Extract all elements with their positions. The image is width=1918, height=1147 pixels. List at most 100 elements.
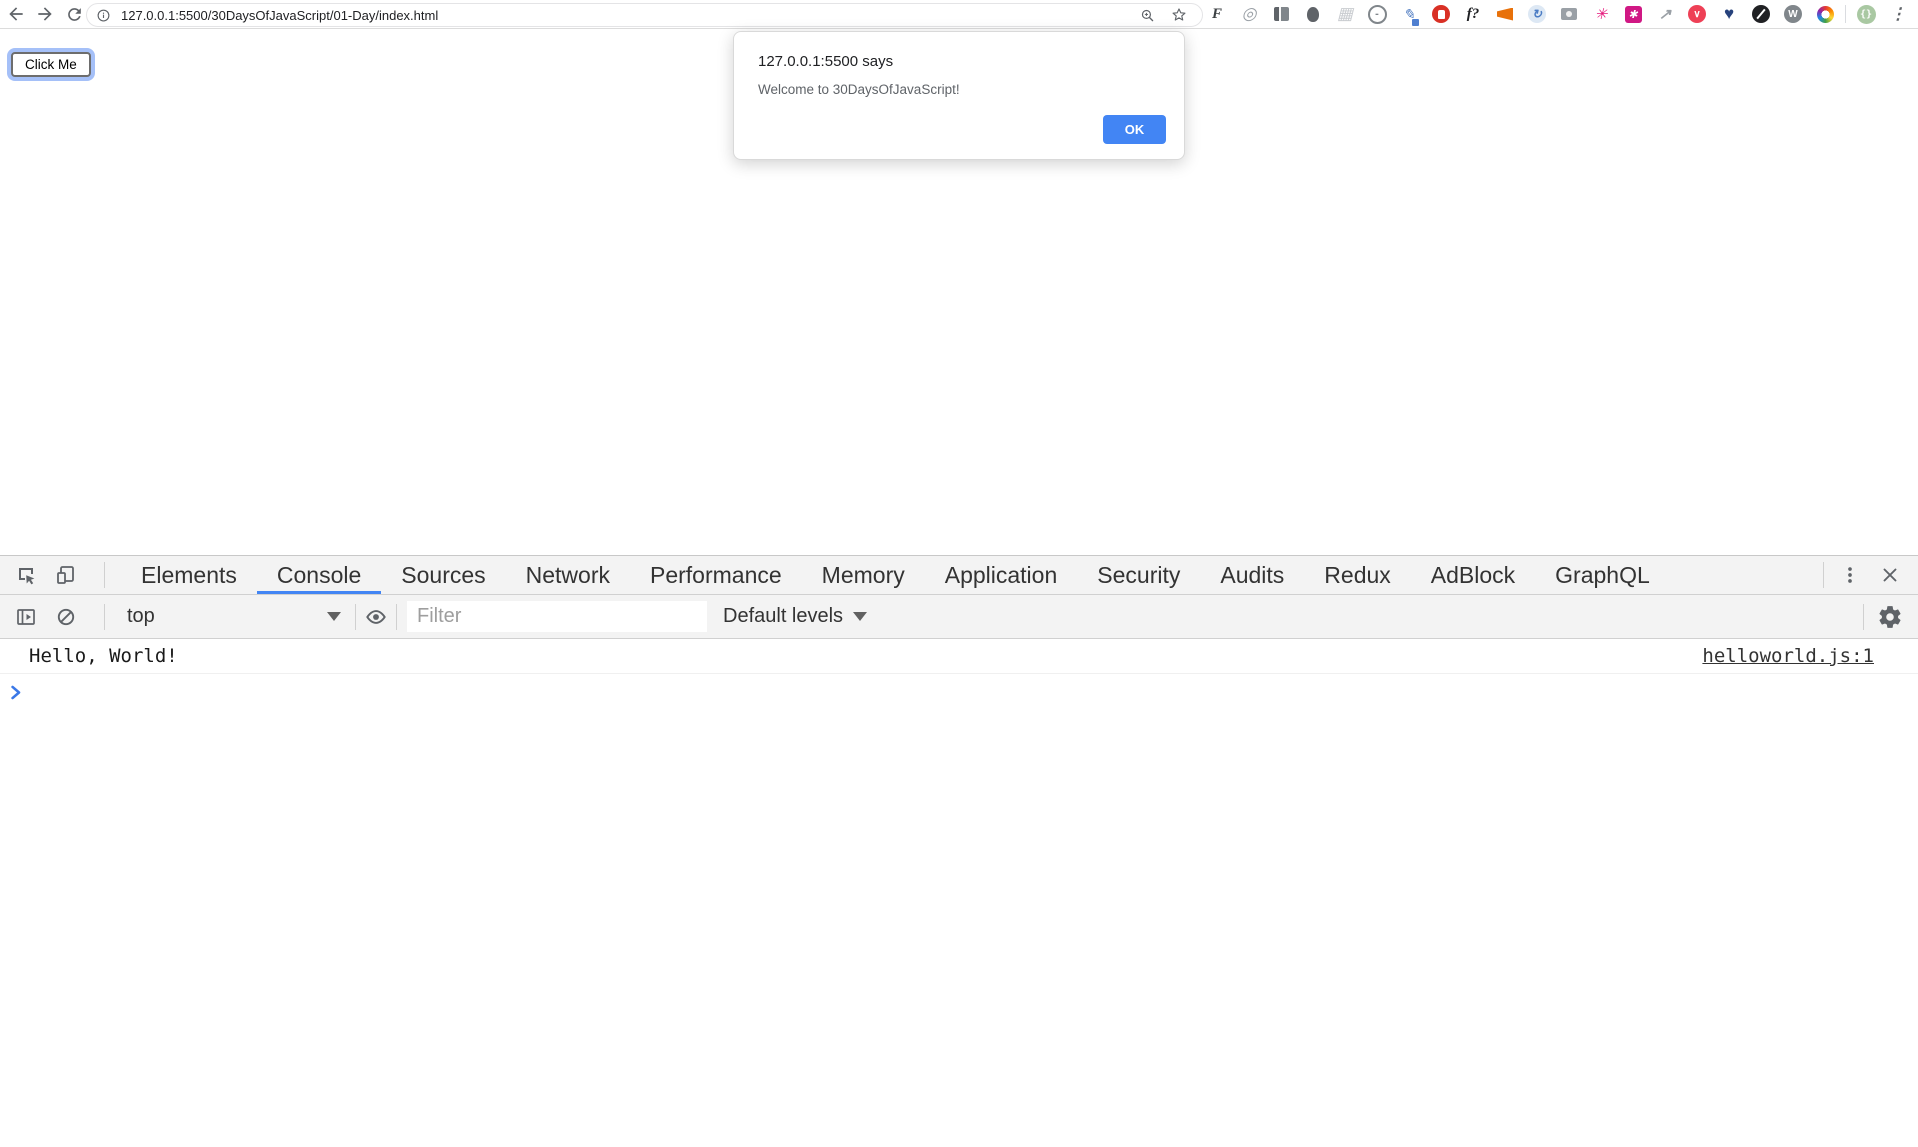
gear-badge-icon[interactable]: ✱: [1617, 0, 1649, 28]
divider: [104, 562, 105, 588]
color-wheel-shape: [1817, 6, 1834, 23]
tab-audits[interactable]: Audits: [1200, 556, 1304, 594]
console-output: Hello, World! helloworld.js:1: [0, 639, 1918, 700]
context-selector[interactable]: top: [113, 595, 355, 638]
heart-glyph: ♥: [1724, 4, 1734, 24]
tab-graphql[interactable]: GraphQL: [1535, 556, 1670, 594]
tab-security[interactable]: Security: [1077, 556, 1200, 594]
power-shape: [1752, 5, 1770, 23]
log-levels-selector[interactable]: Default levels: [723, 605, 867, 628]
extensions-row: F ◎ ▦ - ✎ f? ↻ ✳ ✱ ↗ ∨ ♥ W {} ⋮: [1201, 0, 1918, 28]
gear-badge-glyph: ✱: [1625, 6, 1642, 23]
bug-shape: [1307, 7, 1319, 22]
alert-ok-button[interactable]: OK: [1103, 115, 1166, 144]
zoom-icon[interactable]: [1139, 7, 1156, 24]
color-wheel-icon[interactable]: [1809, 0, 1841, 28]
page-info-icon[interactable]: [96, 8, 111, 23]
devtools-tabs: Elements Console Sources Network Perform…: [121, 556, 1670, 594]
color-picker-glyph: ✎: [1403, 6, 1415, 23]
url-text[interactable]: 127.0.0.1:5500/30DaysOfJavaScript/01-Day…: [121, 8, 1139, 23]
devtools-tabbar: Elements Console Sources Network Perform…: [0, 556, 1918, 595]
browser-menu-icon[interactable]: ⋮: [1882, 0, 1914, 28]
camera-icon[interactable]: [1553, 0, 1585, 28]
tab-redux[interactable]: Redux: [1304, 556, 1410, 594]
devtools-close-icon[interactable]: [1870, 556, 1910, 594]
console-toolbar: top Default levels: [0, 595, 1918, 639]
chevron-down-icon: [327, 612, 341, 621]
swirl-icon[interactable]: ↻: [1521, 0, 1553, 28]
camera-shape: [1561, 8, 1577, 20]
chevron-down-icon: [853, 612, 867, 621]
corner-arrow-icon[interactable]: ↗: [1649, 0, 1681, 28]
fonts-capture-glyph: F: [1212, 6, 1222, 23]
devtools-menu-icon[interactable]: [1830, 556, 1870, 594]
heart-search-icon[interactable]: ♥: [1713, 0, 1745, 28]
fonts-capture-icon[interactable]: F: [1201, 0, 1233, 28]
wave-glyph: W: [1784, 5, 1802, 23]
tab-elements[interactable]: Elements: [121, 556, 257, 594]
console-filter-input[interactable]: [407, 601, 707, 632]
forward-icon[interactable]: [32, 1, 58, 27]
neutral-face-shape: -: [1368, 5, 1387, 24]
atom-icon[interactable]: ✳: [1585, 0, 1617, 28]
grid-icon[interactable]: ▦: [1329, 0, 1361, 28]
page-content: Click Me 127.0.0.1:5500 says Welcome to …: [0, 29, 1918, 555]
device-toolbar-icon[interactable]: [46, 556, 86, 594]
divider: [1863, 604, 1864, 630]
grid-glyph: ▦: [1337, 4, 1353, 24]
power-circle-icon[interactable]: [1745, 0, 1777, 28]
divider: [396, 604, 397, 630]
inspect-element-icon[interactable]: [6, 556, 46, 594]
tab-network[interactable]: Network: [506, 556, 630, 594]
console-prompt[interactable]: [0, 674, 1918, 700]
side-panels-shape: [1274, 7, 1289, 21]
divider: [1823, 562, 1824, 588]
megaphone-icon[interactable]: [1489, 0, 1521, 28]
pocket-icon[interactable]: ∨: [1681, 0, 1713, 28]
context-selector-label: top: [127, 605, 155, 628]
tab-memory[interactable]: Memory: [802, 556, 925, 594]
settings-gear-icon[interactable]: [1870, 595, 1910, 638]
console-log-message: Hello, World!: [29, 645, 1702, 667]
stop-hand-icon[interactable]: [1425, 0, 1457, 28]
json-braces-glyph: {}: [1857, 5, 1876, 24]
live-expression-eye-icon[interactable]: [356, 595, 396, 638]
tab-console[interactable]: Console: [257, 556, 381, 594]
json-braces-icon[interactable]: {}: [1850, 0, 1882, 28]
tab-performance[interactable]: Performance: [630, 556, 802, 594]
corner-arrow-glyph: ↗: [1659, 5, 1672, 23]
atom-glyph: ✳: [1595, 5, 1608, 23]
f-question-icon[interactable]: f?: [1457, 0, 1489, 28]
neutral-face-icon[interactable]: -: [1361, 0, 1393, 28]
divider: [1845, 5, 1846, 23]
console-sidebar-toggle-icon[interactable]: [6, 595, 46, 638]
prompt-chevron-icon: [10, 685, 22, 700]
alert-dialog: 127.0.0.1:5500 says Welcome to 30DaysOfJ…: [733, 31, 1185, 160]
devtools-panel: Elements Console Sources Network Perform…: [0, 555, 1918, 1147]
kebab-glyph: ⋮: [1890, 4, 1906, 24]
tab-application[interactable]: Application: [925, 556, 1078, 594]
log-levels-label: Default levels: [723, 605, 843, 628]
f-question-glyph: f?: [1467, 6, 1480, 23]
bookmark-star-icon[interactable]: [1170, 6, 1188, 24]
orbit-glyph: ◎: [1242, 4, 1257, 24]
wave-icon[interactable]: W: [1777, 0, 1809, 28]
console-log-row: Hello, World! helloworld.js:1: [0, 639, 1918, 674]
swirl-glyph: ↻: [1528, 5, 1546, 23]
tab-sources[interactable]: Sources: [381, 556, 505, 594]
console-toolbar-right: [1857, 595, 1918, 638]
alert-message: Welcome to 30DaysOfJavaScript!: [758, 82, 960, 97]
clear-console-icon[interactable]: [46, 595, 86, 638]
alert-title: 127.0.0.1:5500 says: [758, 53, 893, 70]
reload-icon[interactable]: [61, 1, 87, 27]
address-bar[interactable]: 127.0.0.1:5500/30DaysOfJavaScript/01-Day…: [86, 3, 1203, 27]
color-picker-icon[interactable]: ✎: [1393, 0, 1425, 28]
side-panels-icon[interactable]: [1265, 0, 1297, 28]
orbit-icon[interactable]: ◎: [1233, 0, 1265, 28]
browser-toolbar: 127.0.0.1:5500/30DaysOfJavaScript/01-Day…: [0, 0, 1918, 29]
click-me-button[interactable]: Click Me: [11, 52, 91, 77]
back-icon[interactable]: [3, 1, 29, 27]
bug-icon[interactable]: [1297, 0, 1329, 28]
console-source-link[interactable]: helloworld.js:1: [1702, 645, 1874, 667]
tab-adblock[interactable]: AdBlock: [1411, 556, 1535, 594]
